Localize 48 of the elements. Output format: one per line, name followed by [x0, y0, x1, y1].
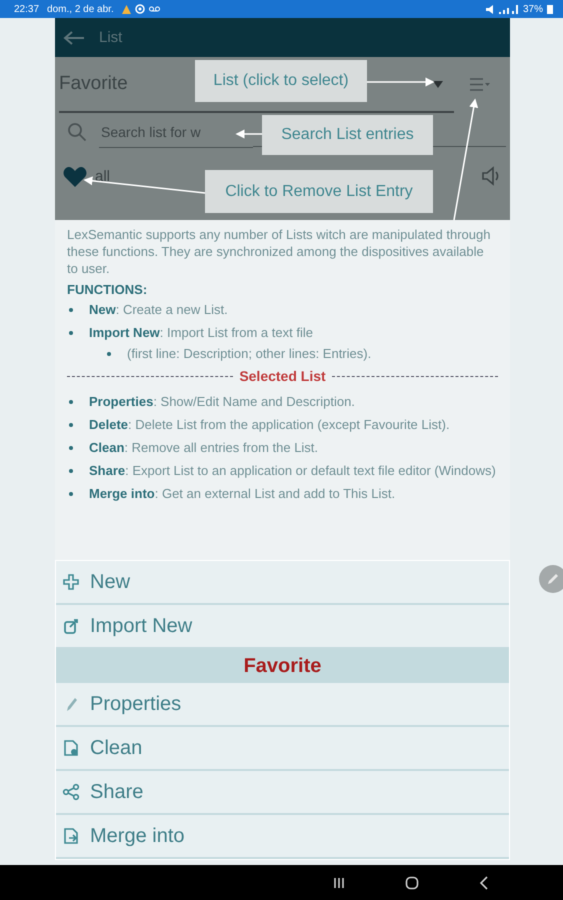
help-text: (first line: Description; other lines: Entries).: [127, 345, 372, 362]
signal-icon: [498, 4, 519, 14]
menu-item-icon: [62, 783, 80, 801]
app-title: List: [99, 29, 122, 46]
menu-icon[interactable]: [469, 77, 491, 92]
edit-button[interactable]: [539, 565, 563, 593]
help-text: Merge into: Get an external List and add to This List.: [89, 485, 396, 502]
section-label: Selected List: [239, 368, 326, 385]
recent-apps-icon[interactable]: [333, 876, 345, 888]
heart-icon[interactable]: [63, 166, 87, 186]
bullet-icon: [107, 352, 111, 356]
functions-heading: FUNCTIONS:: [67, 281, 148, 298]
callout-label: Click to Remove List Entry: [205, 170, 433, 213]
mute-icon: [486, 4, 495, 14]
bullet-icon: [69, 400, 73, 404]
bullet-icon: [69, 469, 73, 473]
status-time: 22:37: [14, 4, 40, 14]
bullet-icon: [69, 308, 73, 312]
bullet-icon: [69, 446, 73, 450]
battery-icon: [547, 4, 553, 14]
voicemail-icon: [148, 6, 160, 12]
bullet-icon: [69, 423, 73, 427]
help-text: Import New: Import List from a text file: [89, 324, 314, 341]
entry-text: all: [95, 168, 112, 184]
home-icon[interactable]: [405, 876, 419, 890]
bullet-icon: [69, 492, 73, 496]
menu-item-icon: [62, 739, 80, 757]
help-text: New: Create a new List.: [89, 301, 229, 318]
help-text: Share: Export List to an application or default text file editor (Windows): [89, 462, 497, 479]
leader-arrow: [236, 130, 262, 138]
callout-label: Search List entries: [262, 115, 433, 155]
status-date: dom., 2 de abr.: [47, 4, 114, 14]
leader-arrow: [367, 78, 434, 86]
help-intro: LexSemantic supports any number of Lists witch are manipulated through these functions. They are synchronized among the dispositives available to user.: [67, 226, 492, 277]
battery-level: 37%: [522, 4, 543, 14]
search-icon: [67, 122, 87, 142]
help-text: Properties: Show/Edit Name and Description.: [89, 393, 356, 410]
callout-label: List (click to select): [195, 60, 367, 102]
menu-section-header: Favorite: [56, 649, 509, 683]
help-text: Clean: Remove all entries from the List.: [89, 439, 320, 456]
dropdown-caret-icon[interactable]: [433, 81, 443, 88]
bullet-icon: [69, 331, 73, 335]
help-text: Delete: Delete List from the application (except Favourite List).: [89, 416, 451, 433]
search-field[interactable]: Search list for w: [99, 116, 253, 148]
menu-item-icon: [62, 573, 80, 591]
menu-item-icon: [62, 617, 80, 635]
pencil-icon: [546, 572, 560, 586]
menu-item-icon: [62, 827, 80, 845]
